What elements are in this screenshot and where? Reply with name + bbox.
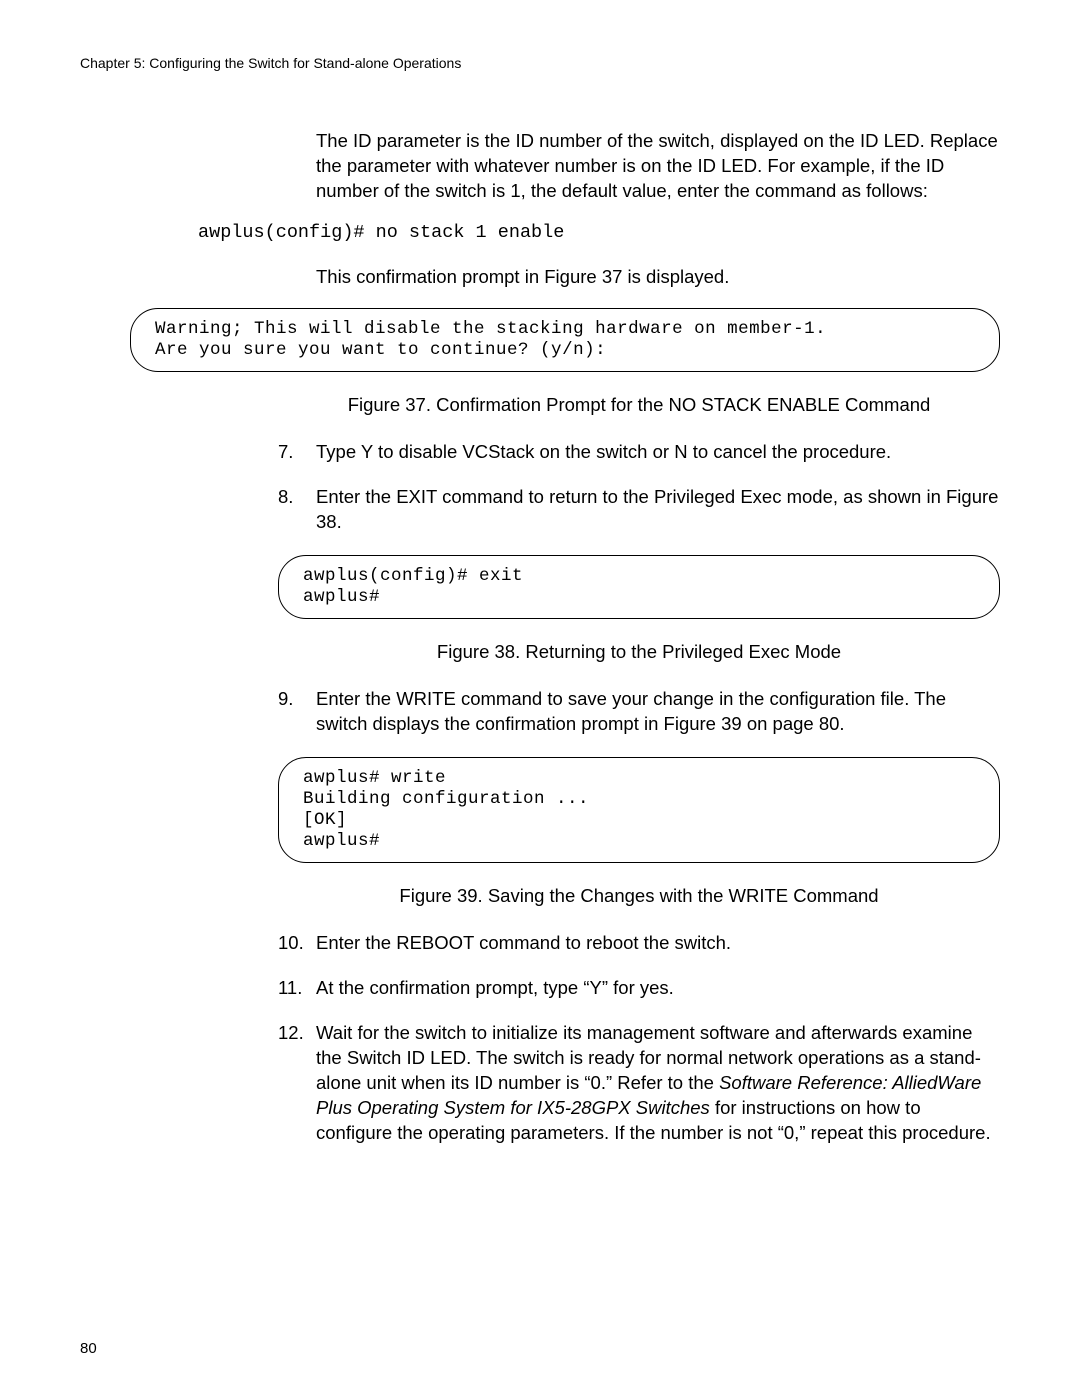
step-8-number: 8.: [278, 485, 316, 535]
figure-38-caption: Figure 38. Returning to the Privileged E…: [278, 641, 1000, 663]
paragraph-id-param: The ID parameter is the ID number of the…: [316, 129, 1000, 204]
step-12-number: 12.: [278, 1021, 316, 1146]
step-12-text: Wait for the switch to initialize its ma…: [316, 1021, 1000, 1146]
page-number: 80: [80, 1340, 97, 1357]
paragraph-confirmation: This confirmation prompt in Figure 37 is…: [316, 265, 1000, 290]
figure-39-caption: Figure 39. Saving the Changes with the W…: [278, 885, 1000, 907]
step-7-text: Type Y to disable VCStack on the switch …: [316, 440, 1000, 465]
step-11: 11. At the confirmation prompt, type “Y”…: [278, 976, 1000, 1001]
step-11-text: At the confirmation prompt, type “Y” for…: [316, 976, 1000, 1001]
step-8-text: Enter the EXIT command to return to the …: [316, 485, 1000, 535]
step-9-text: Enter the WRITE command to save your cha…: [316, 687, 1000, 737]
main-content: The ID parameter is the ID number of the…: [278, 129, 1000, 1146]
step-9-number: 9.: [278, 687, 316, 737]
step-12: 12. Wait for the switch to initialize it…: [278, 1021, 1000, 1146]
step-10-text: Enter the REBOOT command to reboot the s…: [316, 931, 1000, 956]
step-7-number: 7.: [278, 440, 316, 465]
code-no-stack: awplus(config)# no stack 1 enable: [198, 222, 1000, 243]
step-9: 9. Enter the WRITE command to save your …: [278, 687, 1000, 737]
step-10: 10. Enter the REBOOT command to reboot t…: [278, 931, 1000, 956]
step-8: 8. Enter the EXIT command to return to t…: [278, 485, 1000, 535]
code-box-write: awplus# write Building configuration ...…: [278, 757, 1000, 863]
chapter-header: Chapter 5: Configuring the Switch for St…: [80, 55, 1000, 71]
step-7: 7. Type Y to disable VCStack on the swit…: [278, 440, 1000, 465]
figure-37-caption: Figure 37. Confirmation Prompt for the N…: [278, 394, 1000, 416]
step-10-number: 10.: [278, 931, 316, 956]
step-11-number: 11.: [278, 976, 316, 1001]
code-box-warning: Warning; This will disable the stacking …: [130, 308, 1000, 372]
code-box-exit: awplus(config)# exit awplus#: [278, 555, 1000, 619]
